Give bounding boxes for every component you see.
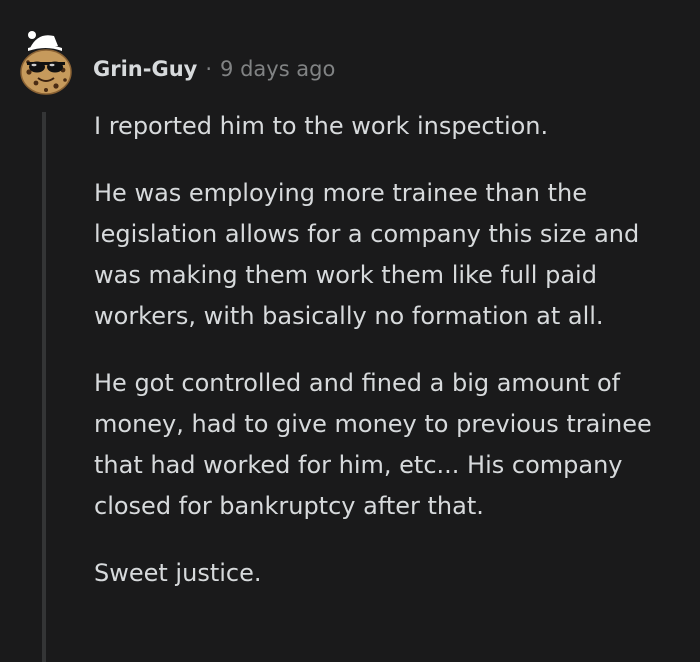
comment-body: I reported him to the work inspection. H… <box>94 106 684 620</box>
thread-collapse-line[interactable] <box>42 112 46 662</box>
snoo-avatar-icon <box>20 31 72 95</box>
comment-paragraph: He was employing more trainee than the l… <box>94 179 640 330</box>
comment-paragraph: Sweet justice. <box>94 559 262 587</box>
meta-separator: · <box>205 57 213 81</box>
user-avatar[interactable] <box>18 28 74 96</box>
comment-paragraph: He got controlled and fined a big amount… <box>94 369 652 520</box>
comment-timestamp[interactable]: 9 days ago <box>220 57 335 81</box>
comment-paragraph: I reported him to the work inspection. <box>94 112 549 140</box>
author-username[interactable]: Grin-Guy <box>93 57 197 81</box>
comment-header: Grin-Guy · 9 days ago <box>93 54 335 84</box>
comment: Grin-Guy · 9 days ago I reported him to … <box>0 0 700 662</box>
